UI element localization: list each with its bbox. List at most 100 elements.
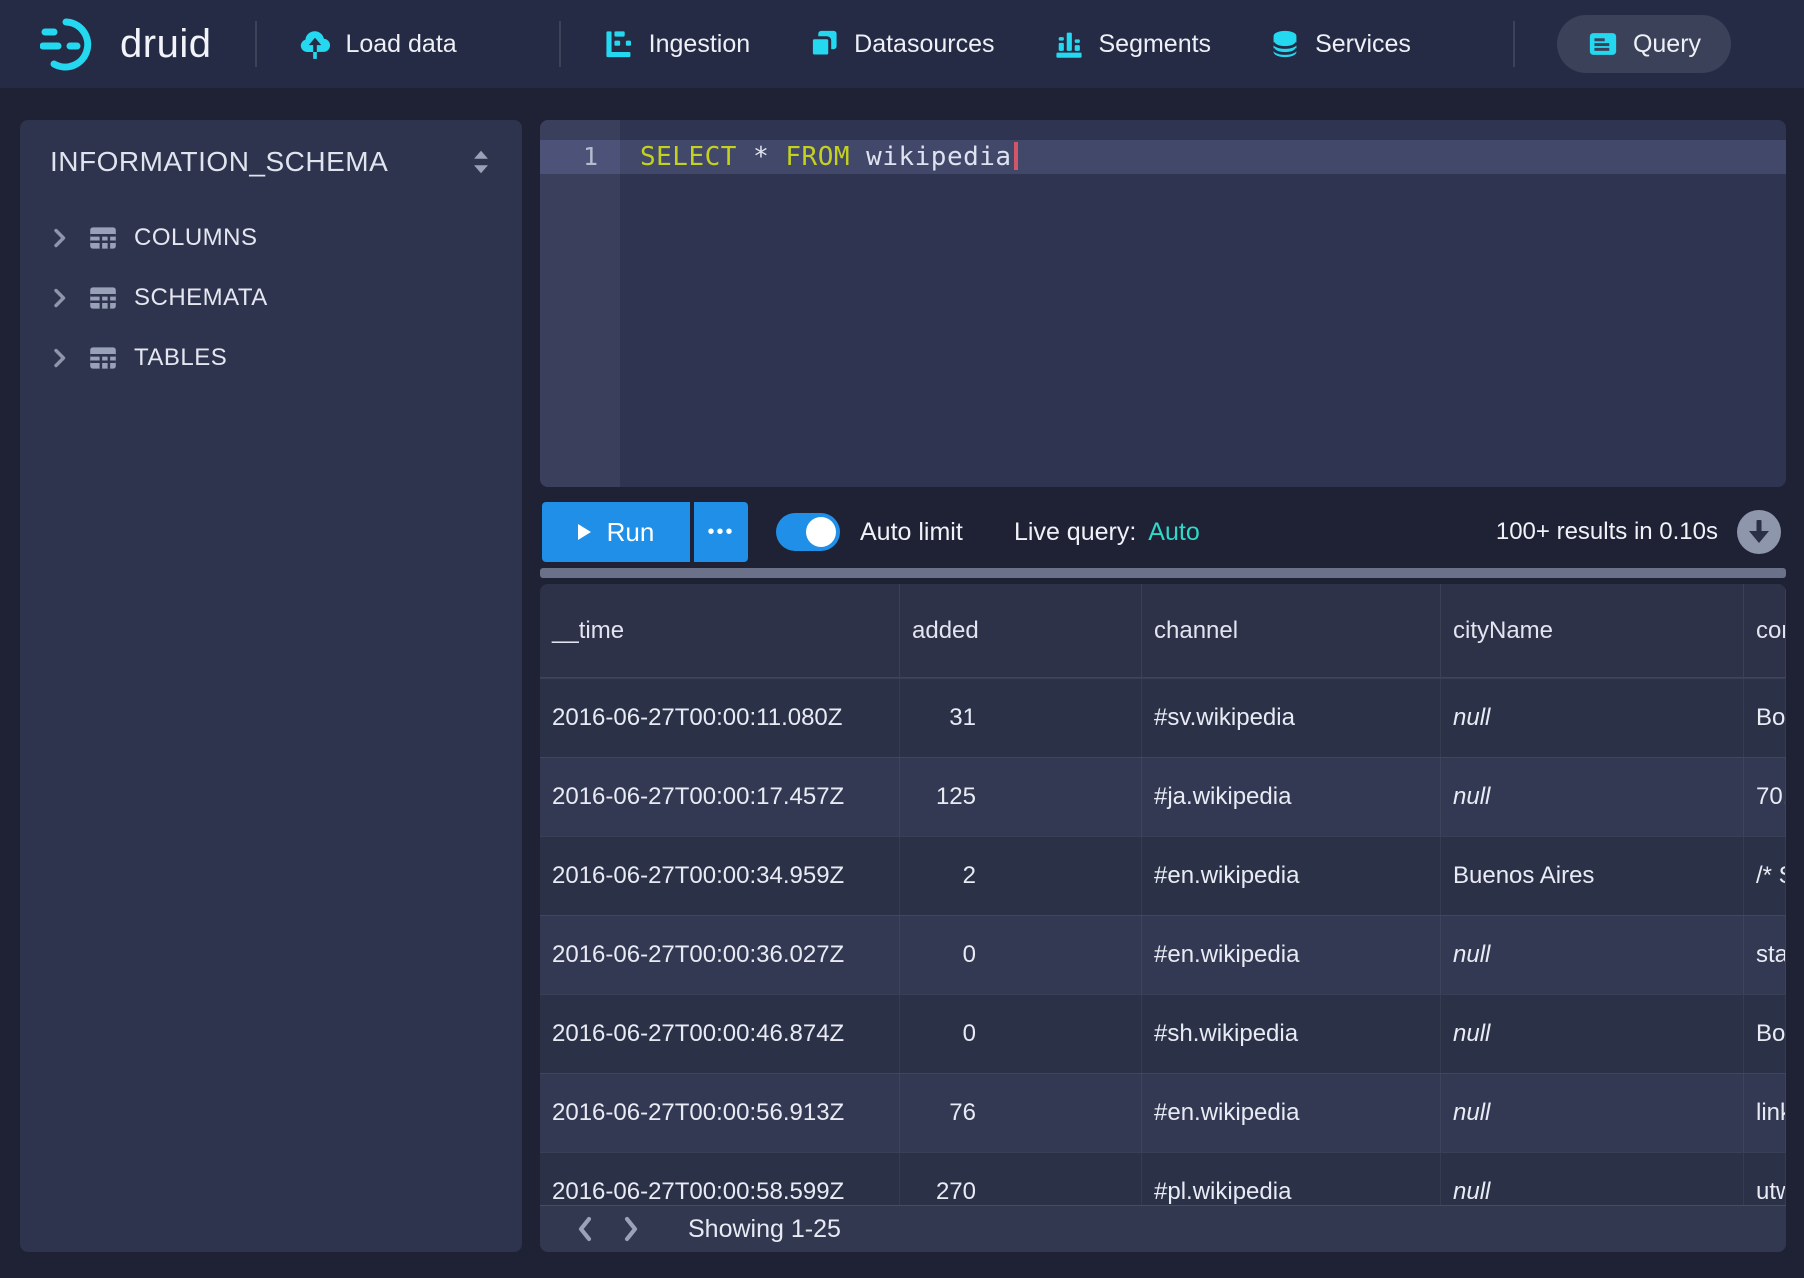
run-bar: Run ••• Auto limit Live query: Auto 100+… xyxy=(540,502,1786,562)
cell-cityname[interactable]: null xyxy=(1441,1074,1744,1152)
cell-channel[interactable]: #sv.wikipedia xyxy=(1142,679,1441,757)
nav-item-label: Query xyxy=(1633,30,1701,59)
tree-item-label: TABLES xyxy=(134,344,227,372)
cell-channel[interactable]: #ja.wikipedia xyxy=(1142,758,1441,836)
cell-added[interactable]: 0 xyxy=(900,995,1142,1073)
cell-added[interactable]: 2 xyxy=(900,837,1142,915)
nav-item-ingestion[interactable]: Ingestion xyxy=(603,28,750,60)
table-row: 2016-06-27T00:00:36.027Z 0 #en.wikipedia… xyxy=(540,915,1786,994)
sql-star: * xyxy=(753,142,769,172)
table-row: 2016-06-27T00:00:56.913Z 76 #en.wikipedi… xyxy=(540,1073,1786,1152)
cell-comment[interactable]: sta xyxy=(1744,916,1786,994)
nav-item-query-active[interactable]: Query xyxy=(1557,15,1731,73)
live-query-label: Live query: xyxy=(1014,518,1136,547)
nav-item-label: Datasources xyxy=(854,30,994,59)
tree-item-tables[interactable]: TABLES xyxy=(20,328,522,388)
cell-time[interactable]: 2016-06-27T00:00:56.913Z xyxy=(540,1074,900,1152)
toggle-knob xyxy=(806,517,836,547)
cell-added[interactable]: 0 xyxy=(900,916,1142,994)
ellipsis-icon: ••• xyxy=(707,521,734,544)
schema-title: INFORMATION_SCHEMA xyxy=(50,146,388,178)
chevron-right-icon xyxy=(48,226,72,250)
table-grid-icon xyxy=(87,342,119,374)
sql-table-name: wikipedia xyxy=(866,142,1011,172)
tree-item-label: COLUMNS xyxy=(134,224,258,252)
column-header-comment[interactable]: comment xyxy=(1744,584,1786,677)
cell-added[interactable]: 125 xyxy=(900,758,1142,836)
cloud-upload-icon xyxy=(299,28,331,60)
auto-limit-label: Auto limit xyxy=(860,502,963,562)
cell-added[interactable]: 76 xyxy=(900,1074,1142,1152)
cell-cityname[interactable]: null xyxy=(1441,758,1744,836)
nav-item-load-data[interactable]: Load data xyxy=(299,28,456,60)
druid-logo-icon xyxy=(40,15,106,73)
more-options-button[interactable]: ••• xyxy=(694,502,748,562)
cell-comment[interactable]: 70. xyxy=(1744,758,1786,836)
druid-logo[interactable]: druid xyxy=(40,15,211,73)
nav-item-services[interactable]: Services xyxy=(1269,28,1411,60)
cell-comment[interactable]: /* S xyxy=(1744,837,1786,915)
table-grid-icon xyxy=(87,222,119,254)
column-header-added[interactable]: added xyxy=(900,584,1142,677)
text-caret xyxy=(1014,142,1018,170)
cell-channel[interactable]: #en.wikipedia xyxy=(1142,1074,1441,1152)
cell-time[interactable]: 2016-06-27T00:00:11.080Z xyxy=(540,679,900,757)
tree-item-schemata[interactable]: SCHEMATA xyxy=(20,268,522,328)
sql-code-area[interactable]: SELECT * FROM wikipedia xyxy=(620,120,1786,487)
cell-cityname[interactable]: Buenos Aires xyxy=(1441,837,1744,915)
table-row: 2016-06-27T00:00:17.457Z 125 #ja.wikiped… xyxy=(540,757,1786,836)
nav-item-label: Services xyxy=(1315,30,1411,59)
results-meta: 100+ results in 0.10s xyxy=(1496,502,1782,562)
cell-time[interactable]: 2016-06-27T00:00:34.959Z xyxy=(540,837,900,915)
cell-channel[interactable]: #sh.wikipedia xyxy=(1142,995,1441,1073)
previous-page-button[interactable] xyxy=(562,1206,608,1252)
cell-time[interactable]: 2016-06-27T00:00:17.457Z xyxy=(540,758,900,836)
live-query-control: Live query: Auto xyxy=(1014,502,1200,562)
ingestion-icon xyxy=(603,28,635,60)
sql-keyword: SELECT xyxy=(640,142,737,172)
next-page-button[interactable] xyxy=(608,1206,654,1252)
cell-cityname[interactable]: null xyxy=(1441,916,1744,994)
table-row: 2016-06-27T00:00:11.080Z 31 #sv.wikipedi… xyxy=(540,678,1786,757)
cell-comment[interactable]: link xyxy=(1744,1074,1786,1152)
results-panel: __time added channel cityName comment 20… xyxy=(540,584,1786,1252)
cell-channel[interactable]: #en.wikipedia xyxy=(1142,837,1441,915)
editor-gutter: 1 xyxy=(540,120,620,487)
sql-editor-panel: 1 SELECT * FROM wikipedia xyxy=(540,120,1786,487)
cell-comment[interactable]: Bot xyxy=(1744,679,1786,757)
results-header-row: __time added channel cityName comment xyxy=(540,584,1786,678)
nav-divider xyxy=(255,21,257,67)
cell-added[interactable]: 31 xyxy=(900,679,1142,757)
run-button[interactable]: Run xyxy=(542,502,690,562)
run-button-label: Run xyxy=(607,517,655,548)
cell-comment[interactable]: Bot xyxy=(1744,995,1786,1073)
nav-item-segments[interactable]: Segments xyxy=(1053,28,1212,60)
tree-item-label: SCHEMATA xyxy=(134,284,268,312)
cell-cityname[interactable]: null xyxy=(1441,995,1744,1073)
column-header-time[interactable]: __time xyxy=(540,584,900,677)
query-console-icon xyxy=(1587,28,1619,60)
line-number: 1 xyxy=(540,140,620,174)
panel-resizer-handle[interactable] xyxy=(540,568,1786,578)
chevron-right-icon xyxy=(48,346,72,370)
nav-item-datasources[interactable]: Datasources xyxy=(808,28,994,60)
nav-item-label: Ingestion xyxy=(649,30,750,59)
nav-divider xyxy=(559,21,561,67)
download-results-button[interactable] xyxy=(1736,509,1782,555)
tree-item-columns[interactable]: COLUMNS xyxy=(20,208,522,268)
auto-limit-toggle[interactable] xyxy=(776,513,840,551)
column-header-cityname[interactable]: cityName xyxy=(1441,584,1744,677)
cell-channel[interactable]: #en.wikipedia xyxy=(1142,916,1441,994)
column-header-channel[interactable]: channel xyxy=(1142,584,1441,677)
table-row: 2016-06-27T00:00:46.874Z 0 #sh.wikipedia… xyxy=(540,994,1786,1073)
services-database-icon xyxy=(1269,28,1301,60)
play-icon xyxy=(578,524,591,540)
cell-time[interactable]: 2016-06-27T00:00:46.874Z xyxy=(540,995,900,1073)
cell-time[interactable]: 2016-06-27T00:00:36.027Z xyxy=(540,916,900,994)
cell-cityname[interactable]: null xyxy=(1441,679,1744,757)
schema-selector[interactable]: INFORMATION_SCHEMA xyxy=(20,120,522,192)
double-caret-vertical-icon[interactable] xyxy=(466,147,496,177)
live-query-value[interactable]: Auto xyxy=(1148,518,1199,547)
results-pagination-footer: Showing 1-25 xyxy=(540,1205,1786,1252)
nav-divider xyxy=(1513,21,1515,67)
